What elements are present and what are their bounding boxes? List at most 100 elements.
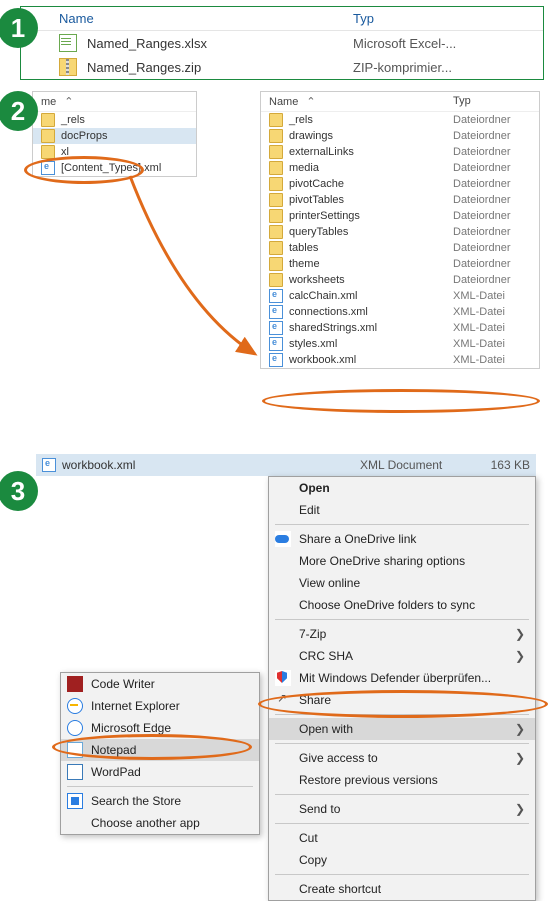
menu-label: Mit Windows Defender überprüfen... [299, 671, 491, 685]
menu-item[interactable]: Choose OneDrive folders to sync [269, 594, 535, 616]
list-item[interactable]: xl [33, 144, 196, 160]
menu-item[interactable]: Mit Windows Defender überprüfen... [269, 667, 535, 689]
list-item[interactable]: pivotCache Dateiordner [261, 176, 539, 192]
item-name: xl [61, 146, 188, 158]
item-name: tables [289, 242, 453, 254]
menu-label: View online [299, 576, 360, 590]
menu-label: Give access to [299, 751, 378, 765]
list-item[interactable]: media Dateiordner [261, 160, 539, 176]
file-name: workbook.xml [62, 458, 360, 472]
list-item[interactable]: theme Dateiordner [261, 256, 539, 272]
list-item[interactable]: worksheets Dateiordner [261, 272, 539, 288]
list-item[interactable]: _rels [33, 112, 196, 128]
xml-icon [269, 321, 283, 335]
menu-item[interactable]: Share [269, 689, 535, 711]
edge-icon [67, 720, 83, 736]
menu-item[interactable]: Restore previous versions [269, 769, 535, 791]
folder-icon [269, 209, 283, 223]
list-item[interactable]: docProps [33, 128, 196, 144]
xml-icon [269, 337, 283, 351]
file-type: XML Document [360, 458, 480, 472]
folder-icon [269, 161, 283, 175]
item-name: workbook.xml [289, 354, 453, 366]
menu-label: Internet Explorer [91, 699, 180, 713]
item-type: Dateiordner [453, 258, 531, 270]
codewriter-icon [67, 676, 83, 692]
list-item[interactable]: calcChain.xml XML-Datei [261, 288, 539, 304]
menu-item[interactable]: More OneDrive sharing options [269, 550, 535, 572]
item-type: Dateiordner [453, 130, 531, 142]
list-item[interactable]: workbook.xml XML-Datei [261, 352, 539, 368]
folder-icon [269, 129, 283, 143]
menu-label: Send to [299, 802, 340, 816]
list-item[interactable]: externalLinks Dateiordner [261, 144, 539, 160]
list-item[interactable]: _rels Dateiordner [261, 112, 539, 128]
xml-icon [269, 289, 283, 303]
submenu-item[interactable]: Microsoft Edge [61, 717, 259, 739]
file-row[interactable]: Named_Ranges.xlsx Microsoft Excel-... [21, 31, 543, 55]
menu-item[interactable]: Copy [269, 849, 535, 871]
menu-item[interactable]: Give access to❯ [269, 747, 535, 769]
menu-item[interactable]: Open [269, 477, 535, 499]
file-row[interactable]: Named_Ranges.zip ZIP-komprimier... [21, 55, 543, 79]
highlight-workbook-xml [262, 389, 540, 413]
item-type: XML-Datei [453, 338, 531, 350]
list-item[interactable]: connections.xml XML-Datei [261, 304, 539, 320]
item-type: Dateiordner [453, 210, 531, 222]
menu-item[interactable]: Send to❯ [269, 798, 535, 820]
list-item[interactable]: pivotTables Dateiordner [261, 192, 539, 208]
menu-label: Microsoft Edge [91, 721, 171, 735]
menu-item[interactable]: Create shortcut [269, 878, 535, 900]
menu-item[interactable]: 7-Zip❯ [269, 623, 535, 645]
item-type: Dateiordner [453, 146, 531, 158]
submenu-item[interactable]: Choose another app [61, 812, 259, 834]
submenu-item[interactable]: WordPad [61, 761, 259, 783]
shield-icon [275, 670, 291, 686]
folder-icon [41, 129, 55, 143]
item-name: _rels [289, 114, 453, 126]
step-badge-3: 3 [0, 471, 38, 511]
item-type: Dateiordner [453, 114, 531, 126]
menu-item[interactable]: Edit [269, 499, 535, 521]
item-type: XML-Datei [453, 290, 531, 302]
column-header-name[interactable]: Name [59, 11, 353, 26]
submenu-item[interactable]: Code Writer [61, 673, 259, 695]
menu-separator [275, 823, 529, 824]
file-name: Named_Ranges.xlsx [87, 36, 353, 51]
column-header-typ[interactable]: Typ [353, 11, 513, 26]
menu-item[interactable]: Share a OneDrive link [269, 528, 535, 550]
notepad-icon [67, 742, 83, 758]
column-header-name[interactable]: me⌃ [41, 95, 188, 108]
store-icon [67, 793, 83, 809]
menu-label: Create shortcut [299, 882, 381, 896]
item-name: theme [289, 258, 453, 270]
item-name: externalLinks [289, 146, 453, 158]
list-item[interactable]: drawings Dateiordner [261, 128, 539, 144]
submenu-item[interactable]: Search the Store [61, 790, 259, 812]
folder-icon [269, 177, 283, 191]
list-item[interactable]: queryTables Dateiordner [261, 224, 539, 240]
file-type: ZIP-komprimier... [353, 60, 513, 75]
submenu-item[interactable]: Notepad [61, 739, 259, 761]
menu-label: Choose another app [91, 816, 200, 830]
menu-label: 7-Zip [299, 627, 326, 641]
menu-separator [275, 794, 529, 795]
menu-item[interactable]: Cut [269, 827, 535, 849]
xml-file-icon [42, 458, 56, 472]
item-type: Dateiordner [453, 194, 531, 206]
folder-icon [269, 113, 283, 127]
list-item[interactable]: tables Dateiordner [261, 240, 539, 256]
list-item[interactable]: styles.xml XML-Datei [261, 336, 539, 352]
submenu-item[interactable]: Internet Explorer [61, 695, 259, 717]
menu-item[interactable]: CRC SHA❯ [269, 645, 535, 667]
file-size: 163 KB [480, 458, 530, 472]
submenu-arrow-icon: ❯ [515, 649, 525, 663]
menu-item[interactable]: Open with❯ [269, 718, 535, 740]
column-header-typ[interactable]: Typ [453, 95, 531, 108]
column-header-name[interactable]: Name⌃ [269, 95, 453, 108]
selected-file-row[interactable]: workbook.xml XML Document 163 KB [36, 454, 536, 476]
menu-item[interactable]: View online [269, 572, 535, 594]
list-item[interactable]: printerSettings Dateiordner [261, 208, 539, 224]
column-header-row: Name Typ [21, 7, 543, 31]
list-item[interactable]: sharedStrings.xml XML-Datei [261, 320, 539, 336]
